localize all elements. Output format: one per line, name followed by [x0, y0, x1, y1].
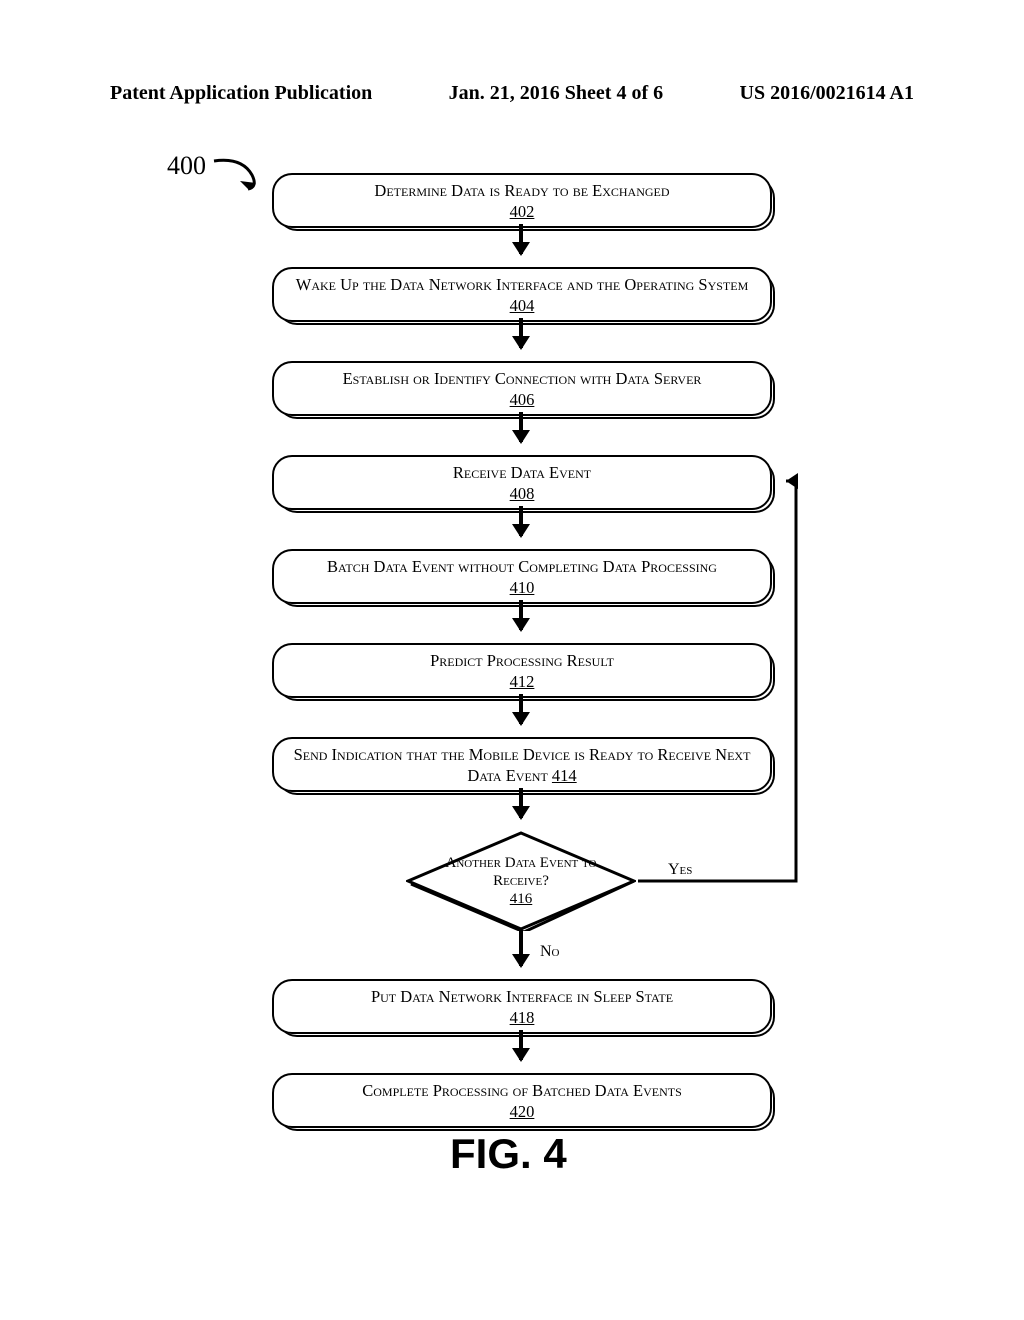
flowchart-canvas: 400 Determine Data is Ready to be Exchan…	[0, 145, 1024, 1265]
step-418-text: Put Data Network Interface in Sleep Stat…	[284, 987, 760, 1008]
arrow-410-412	[519, 600, 523, 630]
step-420-ref: 420	[284, 1102, 760, 1123]
edge-no-label: No	[540, 943, 560, 961]
step-404-ref: 404	[284, 296, 760, 317]
arrow-402-404	[519, 224, 523, 254]
arrow-414-416	[519, 788, 523, 818]
arrow-408-410	[519, 506, 523, 536]
arrow-418-420	[519, 1030, 523, 1060]
step-402-text: Determine Data is Ready to be Exchanged	[284, 181, 760, 202]
arrow-406-408	[519, 412, 523, 442]
decision-416-text: Another Data Event to Receive?	[441, 854, 601, 890]
page-header: Patent Application Publication Jan. 21, …	[110, 82, 914, 105]
step-420-text: Complete Processing of Batched Data Even…	[284, 1081, 760, 1102]
step-418-ref: 418	[284, 1008, 760, 1029]
step-406-ref: 406	[284, 390, 760, 411]
arrow-404-406	[519, 318, 523, 348]
arrow-416-418	[519, 931, 523, 966]
step-404-text: Wake Up the Data Network Interface and t…	[284, 275, 760, 296]
header-left: Patent Application Publication	[110, 82, 372, 105]
step-418: Put Data Network Interface in Sleep Stat…	[272, 979, 772, 1034]
step-414-ref: 414	[552, 766, 577, 785]
decision-416: Another Data Event to Receive? 416	[406, 831, 636, 931]
loop-yes-line	[636, 473, 816, 893]
step-402-ref: 402	[284, 202, 760, 223]
step-404: Wake Up the Data Network Interface and t…	[272, 267, 772, 322]
step-420: Complete Processing of Batched Data Even…	[272, 1073, 772, 1128]
figure-ref-number: 400	[167, 151, 206, 181]
arrow-412-414	[519, 694, 523, 724]
step-406: Establish or Identify Connection with Da…	[272, 361, 772, 416]
header-center: Jan. 21, 2016 Sheet 4 of 6	[449, 82, 663, 105]
decision-416-ref: 416	[441, 890, 601, 908]
figure-caption: FIG. 4	[450, 1130, 567, 1178]
header-right: US 2016/0021614 A1	[740, 82, 914, 105]
step-406-text: Establish or Identify Connection with Da…	[284, 369, 760, 390]
step-402: Determine Data is Ready to be Exchanged …	[272, 173, 772, 228]
